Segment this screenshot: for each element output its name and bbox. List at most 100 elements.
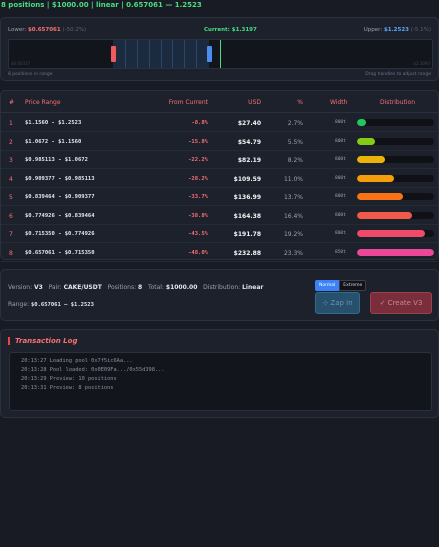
- table-row: 3 $0.985113 - $1.0672 -22.2% $82.19 8.2% 800t: [1, 151, 438, 169]
- position-summary-status: 8 positions | $1000.00 | linear | 0.6570…: [1, 1, 202, 9]
- table-row: 2 $1.0672 - $1.1560 -15.8% $54.79 5.5% 800t: [1, 133, 438, 151]
- row-pct: 16.4%: [283, 212, 303, 220]
- transaction-log-title: Transaction Log: [8, 337, 77, 345]
- distribution-bar: [357, 156, 434, 163]
- header-divider: [1, 112, 438, 113]
- upper-range-handle[interactable]: [207, 46, 212, 62]
- row-from-current: -28.2%: [188, 175, 208, 182]
- row-pct: 5.5%: [287, 138, 303, 146]
- distribution-bar-fill: [357, 137, 376, 145]
- config-summary: Version: V3 Pair: CAKE/USDT Positions: 8…: [8, 284, 263, 291]
- current-price-label: Current: $1.3197: [204, 27, 257, 33]
- distribution-value: Linear: [242, 284, 264, 291]
- row-from-current: -48.0%: [188, 249, 208, 256]
- transaction-log-card: Transaction Log 20:13:27 Loading pool 0x…: [0, 329, 439, 418]
- lower-range-handle[interactable]: [111, 46, 116, 62]
- table-row: 6 $0.774926 - $0.839464 -38.8% $164.38 16.4%…: [1, 207, 438, 225]
- distribution-bar-fill: [357, 193, 404, 200]
- row-price-range: $1.1560 - $1.2523: [25, 120, 82, 126]
- row-from-current: -22.2%: [188, 157, 208, 163]
- header-width: Width: [330, 99, 348, 106]
- summary-card: Version: V3 Pair: CAKE/USDT Positions: 8…: [0, 269, 439, 321]
- track-max-label: $2.3090: [413, 61, 430, 66]
- pair-label: Pair:: [48, 284, 62, 291]
- upper-bound-title: Upper:: [363, 27, 383, 33]
- row-from-current: -38.8%: [188, 212, 208, 219]
- mode-extreme-button[interactable]: Extreme: [339, 280, 367, 291]
- create-v3-button[interactable]: ✓ Create V3: [370, 292, 432, 314]
- row-price-range: $0.715350 - $0.774926: [25, 231, 95, 237]
- lower-bound-pct: (-50.2%): [62, 27, 87, 33]
- row-from-current: -33.7%: [188, 194, 208, 200]
- drag-handles-hint: Drag handles to adjust range: [365, 72, 431, 77]
- current-price-value: $1.3197: [231, 27, 257, 33]
- range-tick: [172, 40, 173, 68]
- row-price-range: $0.774926 - $0.839464: [25, 212, 95, 219]
- upper-bound-label: Upper: $1.2523 (-5.1%): [364, 27, 431, 33]
- row-pct: 11.0%: [283, 175, 303, 183]
- distribution-bar-fill: [357, 156, 385, 163]
- row-index: 4: [9, 175, 13, 183]
- total-value: $1000.00: [165, 284, 198, 291]
- row-index: 7: [9, 231, 13, 238]
- lower-bound-title: Lower:: [8, 27, 27, 33]
- header-distribution: Distribution: [380, 99, 416, 106]
- range-tick: [149, 40, 150, 68]
- version-label: Version:: [8, 284, 33, 291]
- table-row: 1 $1.1560 - $1.2523 -8.8% $27.40 2.7% 800t: [1, 114, 438, 132]
- header-usd: USD: [248, 99, 261, 106]
- mode-toggle: Normal Extreme: [315, 280, 367, 291]
- distribution-bar-fill: [357, 174, 394, 182]
- row-usd: $54.79: [237, 138, 261, 146]
- row-price-range: $0.657061 - $0.715350: [25, 249, 95, 256]
- row-from-current: -43.5%: [188, 231, 208, 237]
- distribution-bar: [357, 119, 434, 126]
- range-tick: [137, 40, 138, 68]
- range-summary: Range: $0.657061 — $1.2523: [8, 301, 94, 308]
- price-range-track[interactable]: $0.60337 $2.3090: [8, 39, 433, 69]
- row-index: 2: [9, 138, 13, 146]
- mode-normal-button[interactable]: Normal: [315, 280, 340, 291]
- positions-value: 8: [138, 284, 143, 291]
- row-width: 850t: [335, 249, 346, 255]
- range-tick: [125, 40, 126, 68]
- distribution-bar: [357, 248, 434, 256]
- range-selector-card: Lower: $0.657061 (-50.2%) Current: $1.31…: [0, 17, 439, 81]
- header-price-range: Price Range: [25, 99, 61, 106]
- table-row: 5 $0.839464 - $0.909377 -33.7% $136.99 13.7%…: [1, 188, 438, 206]
- row-index: 3: [9, 157, 13, 164]
- row-usd: $232.88: [233, 249, 261, 257]
- row-index: 5: [9, 194, 13, 201]
- row-usd: $27.40: [237, 120, 261, 127]
- version-value: V3: [34, 284, 43, 291]
- row-index: 8: [9, 249, 13, 257]
- row-width: 800t: [335, 212, 346, 218]
- distribution-bar: [357, 193, 434, 200]
- row-from-current: -8.8%: [191, 120, 208, 126]
- row-width: 800t: [335, 120, 346, 125]
- transaction-log-output: 20:13:27 Loading pool 0x7f5ic6Aa... 20:1…: [9, 352, 432, 411]
- table-header: # Price Range From Current USD % Width D…: [1, 99, 438, 109]
- row-width: 800t: [335, 157, 346, 162]
- zap-in-button[interactable]: ⊹ Zap In: [315, 292, 360, 314]
- table-row: 8 $0.657061 - $0.715350 -48.0% $232.88 23.3%…: [1, 244, 438, 262]
- range-label: Range:: [8, 301, 30, 308]
- row-usd: $109.59: [233, 175, 261, 183]
- row-pct: 19.2%: [283, 231, 303, 238]
- row-price-range: $0.985113 - $1.0672: [25, 157, 88, 163]
- positions-in-range-hint: 8 positions in range: [8, 72, 53, 77]
- row-width: 800t: [335, 175, 346, 181]
- row-usd: $136.99: [233, 194, 261, 201]
- header-from-current: From Current: [168, 99, 208, 106]
- row-pct: 13.7%: [283, 194, 303, 201]
- row-pct: 23.3%: [283, 249, 303, 257]
- row-price-range: $1.0672 - $1.1560: [25, 138, 82, 145]
- upper-bound-value: $1.2523: [383, 27, 409, 33]
- log-line: 20:13:29 Preview: 10 positions: [21, 376, 117, 382]
- header-index: #: [9, 99, 15, 106]
- row-width: 800t: [335, 231, 346, 236]
- distribution-bar-fill: [357, 230, 425, 237]
- log-line: 20:13:31 Preview: 8 positions: [21, 385, 114, 391]
- row-width: 800t: [335, 138, 346, 144]
- current-price-line: [220, 40, 221, 68]
